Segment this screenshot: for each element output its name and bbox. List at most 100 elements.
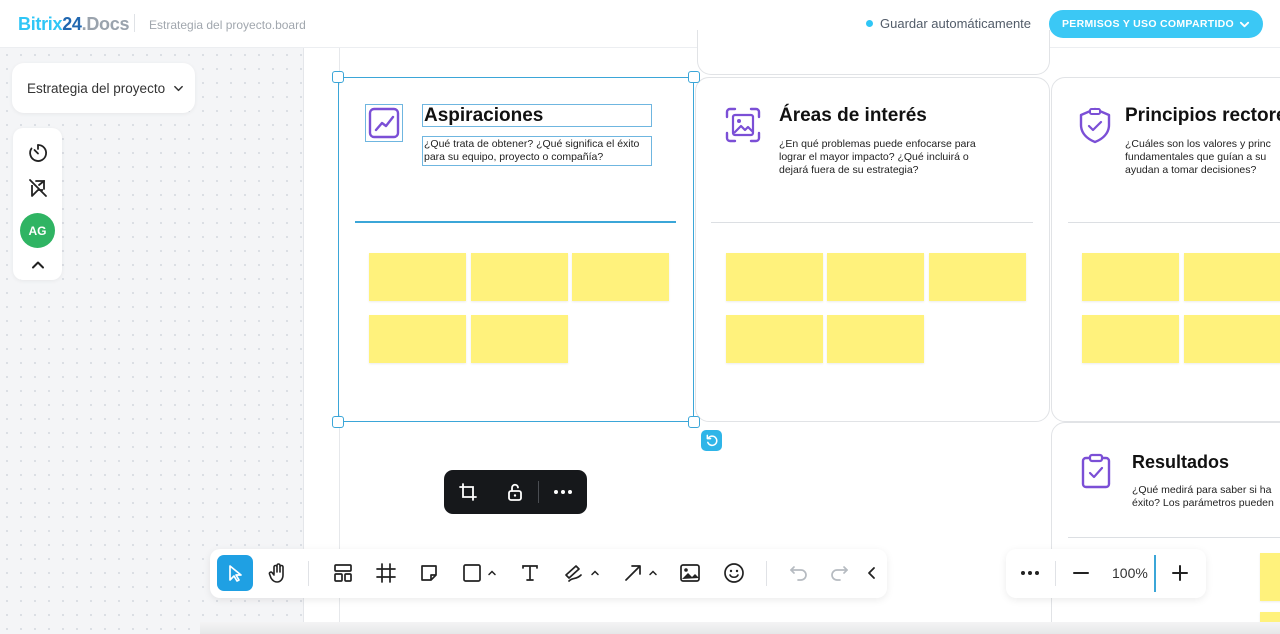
timer-button[interactable] [25, 140, 50, 165]
redo-button[interactable] [824, 555, 856, 591]
shape-tool-button[interactable] [457, 555, 501, 591]
rotate-handle[interactable] [701, 430, 722, 451]
bottom-toolbar [210, 549, 887, 598]
avatar[interactable]: AG [20, 213, 55, 248]
text-icon [522, 565, 538, 581]
image-tool-button[interactable] [672, 555, 708, 591]
zoom-divider [1055, 561, 1056, 586]
resize-handle-top-right[interactable] [688, 71, 700, 83]
sticky-note[interactable] [369, 315, 466, 363]
hand-tool-button[interactable] [260, 555, 296, 591]
hide-pointer-icon [28, 178, 47, 197]
resize-handle-bottom-left[interactable] [332, 416, 344, 428]
share-permissions-button[interactable]: PERMISOS Y USO COMPARTIDO [1049, 10, 1263, 38]
frame-description[interactable]: ¿Cuáles son los valores y princ fundamen… [1125, 138, 1280, 177]
sticky-note[interactable] [471, 315, 568, 363]
share-button-label: PERMISOS Y USO COMPARTIDO [1061, 18, 1235, 30]
redo-icon [831, 566, 848, 581]
board-selector-label: Estrategia del proyecto [27, 80, 166, 96]
zoom-input-caret [1154, 555, 1156, 592]
sticky-note[interactable] [827, 315, 924, 363]
template-icon [334, 564, 352, 582]
bitrix24-docs-logo[interactable]: Bitrix24.Docs [18, 14, 129, 35]
crop-frame-button[interactable] [444, 470, 491, 514]
chevron-down-icon [1239, 21, 1250, 27]
autosave-status: Guardar automáticamente [866, 16, 1031, 31]
hide-pointer-button[interactable] [25, 175, 50, 200]
chevron-down-icon [174, 85, 183, 91]
cursor-icon [229, 565, 242, 582]
autosave-label: Guardar automáticamente [880, 16, 1032, 31]
frame-divider [355, 221, 676, 223]
frame-description[interactable]: ¿Qué trata de obtener? ¿Qué significa el… [422, 136, 652, 166]
sticky-note[interactable] [572, 253, 669, 301]
chevron-up-icon [31, 261, 44, 268]
more-options-button[interactable] [539, 470, 586, 514]
sticky-note[interactable] [1184, 253, 1280, 301]
chevron-up-icon [648, 570, 657, 576]
text-tool-button[interactable] [512, 555, 548, 591]
image-icon [680, 564, 700, 582]
sticky-note-tool-button[interactable] [411, 555, 447, 591]
frame-title[interactable]: Aspiraciones [422, 104, 652, 127]
logo-text-docs: .Docs [81, 14, 130, 34]
zoom-level[interactable]: 100% [1112, 565, 1148, 581]
sticky-note[interactable] [1184, 315, 1280, 363]
frame-icon [376, 563, 396, 583]
sticky-note[interactable] [1082, 253, 1179, 301]
pen-scribble-icon [564, 565, 582, 582]
resize-handle-top-left[interactable] [332, 71, 344, 83]
unlock-button[interactable] [491, 470, 538, 514]
template-tool-button[interactable] [325, 555, 361, 591]
bottom-edge-shadow [200, 622, 1280, 634]
logo-text-bitrix: Bitrix [18, 14, 63, 34]
chevron-up-icon [590, 570, 599, 576]
zoom-in-button[interactable] [1164, 555, 1196, 591]
undo-icon [790, 566, 807, 581]
frame-title[interactable]: Principios rectore [1125, 105, 1280, 127]
side-tools-panel: AG [13, 128, 62, 280]
frame-tool-button[interactable] [368, 555, 404, 591]
header-divider [134, 14, 135, 32]
undo-button[interactable] [782, 555, 814, 591]
zoom-controls: 100% [1006, 549, 1206, 598]
frame-divider [1068, 222, 1280, 223]
emoji-tool-button[interactable] [716, 555, 752, 591]
sticky-note[interactable] [369, 253, 466, 301]
emoji-icon [724, 563, 744, 583]
minus-icon [1073, 572, 1089, 574]
sticky-note[interactable] [726, 315, 823, 363]
sticky-note-icon [421, 565, 437, 581]
document-name[interactable]: Estrategia del proyecto.board [149, 18, 306, 32]
frame-title[interactable]: Áreas de interés [779, 105, 927, 127]
sticky-note[interactable] [827, 253, 924, 301]
frame-title[interactable]: Resultados [1132, 452, 1229, 473]
frame-description[interactable]: ¿Qué medirá para saber si ha éxito? Los … [1132, 484, 1280, 510]
image-focus-icon [724, 106, 762, 144]
sticky-note[interactable] [471, 253, 568, 301]
selection-context-menu [444, 470, 587, 514]
chart-icon [365, 104, 403, 142]
frame-top-partial[interactable] [697, 30, 1050, 75]
frame-description[interactable]: ¿En qué problemas puede enfocarse para l… [779, 138, 994, 177]
crop-frame-icon [458, 483, 477, 501]
sticky-note[interactable] [1260, 553, 1280, 601]
more-options-button[interactable] [1014, 555, 1046, 591]
sticky-note[interactable] [1082, 315, 1179, 363]
sticky-note[interactable] [726, 253, 823, 301]
more-icon [1021, 571, 1039, 575]
unlock-icon [507, 483, 522, 501]
collapse-panel-button[interactable] [25, 252, 50, 277]
board-selector[interactable]: Estrategia del proyecto [12, 63, 195, 113]
square-icon [462, 564, 481, 582]
pen-tool-button[interactable] [557, 555, 605, 591]
arrow-tool-button[interactable] [617, 555, 663, 591]
arrow-icon [624, 565, 641, 581]
plus-icon [1172, 565, 1188, 581]
resize-handle-bottom-right[interactable] [688, 416, 700, 428]
zoom-out-button[interactable] [1065, 555, 1097, 591]
sticky-note[interactable] [929, 253, 1026, 301]
chevron-left-icon [868, 567, 875, 579]
select-tool-button[interactable] [217, 555, 253, 591]
collapse-toolbar-button[interactable] [862, 555, 882, 591]
